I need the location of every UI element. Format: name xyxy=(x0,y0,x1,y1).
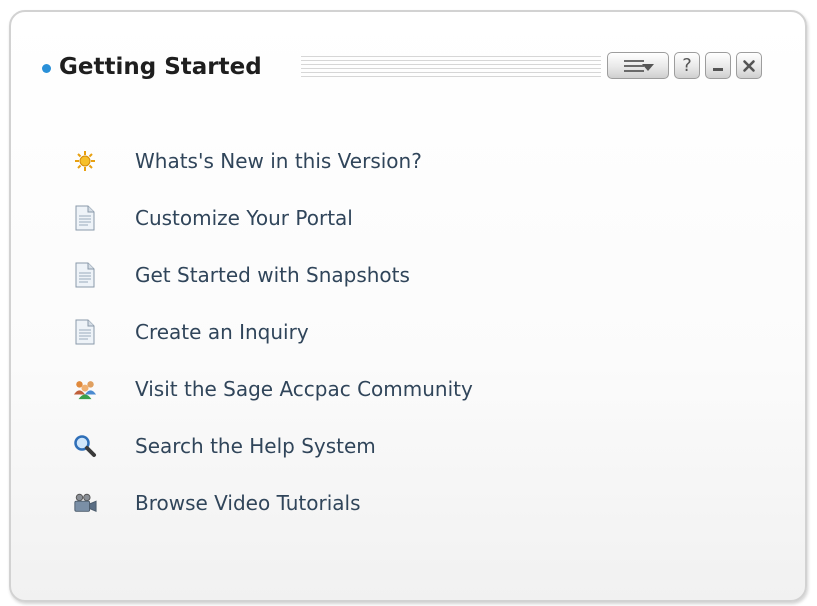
document-icon xyxy=(73,204,97,232)
options-menu-button[interactable] xyxy=(607,52,669,79)
link-label: Create an Inquiry xyxy=(135,319,309,344)
link-label: Customize Your Portal xyxy=(135,205,353,230)
close-button[interactable] xyxy=(736,52,762,79)
menu-dropdown-icon xyxy=(618,57,658,75)
link-customize-portal[interactable]: Customize Your Portal xyxy=(73,189,473,246)
video-camera-icon xyxy=(73,489,97,517)
link-create-inquiry[interactable]: Create an Inquiry xyxy=(73,303,473,360)
document-icon xyxy=(73,318,97,346)
widget-title: Getting Started xyxy=(59,54,262,80)
document-icon xyxy=(73,261,97,289)
link-label: Get Started with Snapshots xyxy=(135,262,410,287)
getting-started-widget: Getting Started ? Whats's New in this Ve… xyxy=(9,10,807,602)
close-icon xyxy=(742,59,756,73)
help-icon: ? xyxy=(682,54,692,76)
people-icon xyxy=(73,375,97,403)
help-button[interactable]: ? xyxy=(674,52,700,79)
link-label: Visit the Sage Accpac Community xyxy=(135,376,473,401)
link-video-tutorials[interactable]: Browse Video Tutorials xyxy=(73,474,473,531)
link-snapshots[interactable]: Get Started with Snapshots xyxy=(73,246,473,303)
title-bullet-icon xyxy=(42,64,51,73)
magnifier-icon xyxy=(73,432,97,460)
getting-started-links: Whats's New in this Version? Customize Y… xyxy=(73,132,473,531)
title-divider xyxy=(301,56,601,78)
link-community[interactable]: Visit the Sage Accpac Community xyxy=(73,360,473,417)
link-label: Browse Video Tutorials xyxy=(135,490,361,515)
minimize-icon xyxy=(711,59,725,73)
link-label: Whats's New in this Version? xyxy=(135,148,422,173)
link-label: Search the Help System xyxy=(135,433,376,458)
sun-icon xyxy=(73,147,97,175)
link-whats-new[interactable]: Whats's New in this Version? xyxy=(73,132,473,189)
widget-header: Getting Started ? xyxy=(11,12,805,112)
minimize-button[interactable] xyxy=(705,52,731,79)
widget-toolbar: ? xyxy=(607,52,762,79)
link-search-help[interactable]: Search the Help System xyxy=(73,417,473,474)
